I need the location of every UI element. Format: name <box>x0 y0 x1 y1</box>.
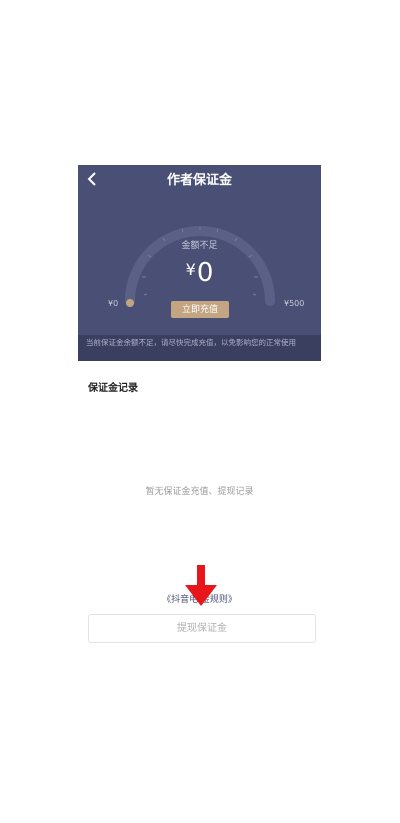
currency-symbol: ¥ <box>185 260 196 279</box>
records-title: 保证金记录 <box>88 383 138 394</box>
page-title: 作者保证金 <box>166 173 232 188</box>
gauge-min-label: ¥0 <box>108 299 119 308</box>
amount-value: 0 <box>196 258 214 288</box>
deposit-header: 作者保证金 金额不足 ¥0 ¥0 ¥500 立即充值 当前保证金余额不足，请尽快… <box>78 165 321 361</box>
gauge-knob <box>126 299 134 307</box>
deposit-amount: ¥0 <box>78 255 321 291</box>
withdraw-button[interactable]: 提现保证金 <box>88 614 316 643</box>
gauge-max-label: ¥500 <box>284 299 305 308</box>
records-empty-text: 暂无保证金充值、提现记录 <box>145 487 254 497</box>
insufficient-notice: 当前保证金余额不足，请尽快完成充值，以免影响您的正常使用 <box>78 335 321 361</box>
gauge-status-label: 金额不足 <box>181 241 218 251</box>
recharge-button[interactable]: 立即充值 <box>171 301 229 318</box>
red-arrow-annotation-icon <box>185 565 217 606</box>
